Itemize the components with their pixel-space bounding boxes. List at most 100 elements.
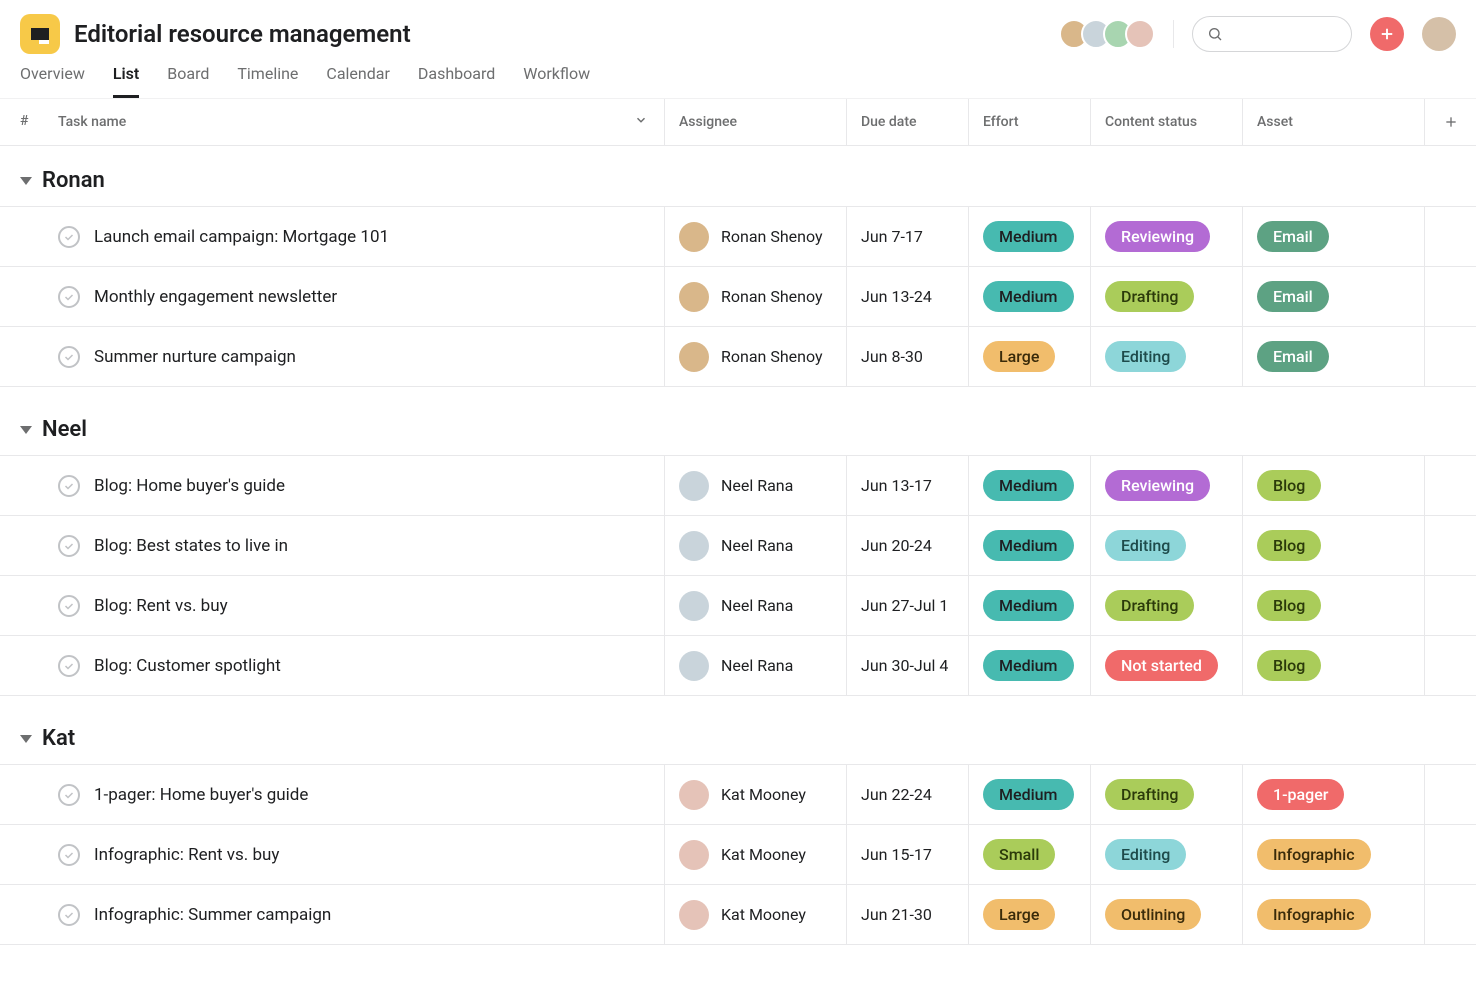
assignee-name: Kat Mooney <box>721 845 806 864</box>
due-date[interactable]: Jun 27-Jul 1 <box>861 596 948 615</box>
complete-checkbox[interactable] <box>58 655 80 677</box>
tab-dashboard[interactable]: Dashboard <box>418 64 495 98</box>
asset-pill[interactable]: Infographic <box>1257 839 1371 870</box>
task-row[interactable]: Blog: Rent vs. buy Neel Rana Jun 27-Jul 1 M… <box>0 575 1476 636</box>
status-pill[interactable]: Outlining <box>1105 899 1201 930</box>
task-row[interactable]: Blog: Customer spotlightNeel RanaJun 30-… <box>0 635 1476 696</box>
chevron-down-icon[interactable] <box>634 113 648 131</box>
asset-pill[interactable]: Email <box>1257 341 1329 372</box>
effort-pill[interactable]: Medium <box>983 470 1074 501</box>
asset-pill[interactable]: Blog <box>1257 650 1321 681</box>
effort-pill[interactable]: Medium <box>983 530 1074 561</box>
user-avatar[interactable] <box>1422 17 1456 51</box>
task-row[interactable]: Infographic: Rent vs. buyKat MooneyJun 1… <box>0 824 1476 885</box>
tab-overview[interactable]: Overview <box>20 64 85 98</box>
asset-pill[interactable]: Blog <box>1257 590 1321 621</box>
complete-checkbox[interactable] <box>58 346 80 368</box>
effort-pill[interactable]: Large <box>983 899 1055 930</box>
status-pill[interactable]: Editing <box>1105 530 1186 561</box>
section-header[interactable]: Neel <box>0 403 1476 456</box>
due-date[interactable]: Jun 13-17 <box>861 476 932 495</box>
tab-board[interactable]: Board <box>167 64 209 98</box>
due-date[interactable]: Jun 20-24 <box>861 536 932 555</box>
section-header[interactable]: Ronan <box>0 154 1476 207</box>
complete-checkbox[interactable] <box>58 844 80 866</box>
task-row[interactable]: 1-pager: Home buyer's guideKat MooneyJun… <box>0 764 1476 825</box>
column-assignee[interactable]: Assignee <box>664 99 846 145</box>
assignee-name: Ronan Shenoy <box>721 227 823 246</box>
effort-pill[interactable]: Medium <box>983 221 1074 252</box>
complete-checkbox[interactable] <box>58 535 80 557</box>
task-row[interactable]: Blog: Home buyer's guideNeel RanaJun 13-… <box>0 455 1476 516</box>
asset-pill[interactable]: 1-pager <box>1257 779 1344 810</box>
avatar[interactable] <box>1125 19 1155 49</box>
task-row[interactable]: Blog: Best states to live inNeel RanaJun… <box>0 515 1476 576</box>
asset-pill[interactable]: Blog <box>1257 470 1321 501</box>
assignee-cell[interactable]: Ronan Shenoy <box>679 342 823 372</box>
asset-pill[interactable]: Email <box>1257 281 1329 312</box>
assignee-cell[interactable]: Kat Mooney <box>679 840 806 870</box>
assignee-cell[interactable]: Neel Rana <box>679 651 793 681</box>
assignee-cell[interactable]: Neel Rana <box>679 531 793 561</box>
effort-pill[interactable]: Small <box>983 839 1055 870</box>
column-effort[interactable]: Effort <box>968 99 1090 145</box>
task-row[interactable]: Monthly engagement newsletterRonan Sheno… <box>0 266 1476 327</box>
status-pill[interactable]: Editing <box>1105 341 1186 372</box>
status-pill[interactable]: Drafting <box>1105 281 1194 312</box>
task-title: Launch email campaign: Mortgage 101 <box>94 227 389 247</box>
effort-pill[interactable]: Medium <box>983 779 1074 810</box>
search-input[interactable] <box>1192 16 1352 52</box>
task-title: Blog: Rent vs. buy <box>94 596 228 616</box>
effort-pill[interactable]: Medium <box>983 590 1074 621</box>
assignee-avatar <box>679 222 709 252</box>
complete-checkbox[interactable] <box>58 286 80 308</box>
tab-list[interactable]: List <box>113 64 139 98</box>
complete-checkbox[interactable] <box>58 784 80 806</box>
assignee-cell[interactable]: Neel Rana <box>679 471 793 501</box>
asset-pill[interactable]: Infographic <box>1257 899 1371 930</box>
effort-pill[interactable]: Large <box>983 341 1055 372</box>
task-row[interactable]: Launch email campaign: Mortgage 101 Ronan… <box>0 206 1476 267</box>
assignee-cell[interactable]: Ronan Shenoy <box>679 222 823 252</box>
section-header[interactable]: Kat <box>0 712 1476 765</box>
task-row[interactable]: Summer nurture campaignRonan ShenoyJun 8… <box>0 326 1476 387</box>
column-asset[interactable]: Asset <box>1242 99 1424 145</box>
status-pill[interactable]: Reviewing <box>1105 221 1210 252</box>
status-pill[interactable]: Reviewing <box>1105 470 1210 501</box>
status-pill[interactable]: Editing <box>1105 839 1186 870</box>
complete-checkbox[interactable] <box>58 904 80 926</box>
effort-pill[interactable]: Medium <box>983 281 1074 312</box>
complete-checkbox[interactable] <box>58 226 80 248</box>
due-date[interactable]: Jun 13-24 <box>861 287 932 306</box>
due-date[interactable]: Jun 21-30 <box>861 905 932 924</box>
tab-calendar[interactable]: Calendar <box>326 64 389 98</box>
due-date[interactable]: Jun 8-30 <box>861 347 923 366</box>
member-avatars[interactable] <box>1067 19 1155 49</box>
column-task[interactable]: Task name <box>44 99 664 145</box>
assignee-cell[interactable]: Neel Rana <box>679 591 793 621</box>
complete-checkbox[interactable] <box>58 595 80 617</box>
assignee-cell[interactable]: Kat Mooney <box>679 900 806 930</box>
tab-timeline[interactable]: Timeline <box>237 64 298 98</box>
due-date[interactable]: Jun 22-24 <box>861 785 932 804</box>
project-icon[interactable] <box>20 14 60 54</box>
status-pill[interactable]: Drafting <box>1105 590 1194 621</box>
column-date[interactable]: Due date <box>846 99 968 145</box>
asset-pill[interactable]: Email <box>1257 221 1329 252</box>
asset-pill[interactable]: Blog <box>1257 530 1321 561</box>
due-date[interactable]: Jun 30-Jul 4 <box>861 656 948 675</box>
tab-workflow[interactable]: Workflow <box>523 64 590 98</box>
add-button[interactable] <box>1370 17 1404 51</box>
due-date[interactable]: Jun 15-17 <box>861 845 932 864</box>
assignee-cell[interactable]: Kat Mooney <box>679 780 806 810</box>
effort-pill[interactable]: Medium <box>983 650 1074 681</box>
add-column-button[interactable] <box>1424 99 1476 145</box>
status-pill[interactable]: Not started <box>1105 650 1218 681</box>
complete-checkbox[interactable] <box>58 475 80 497</box>
column-status[interactable]: Content status <box>1090 99 1242 145</box>
empty-cell <box>1424 885 1476 944</box>
assignee-cell[interactable]: Ronan Shenoy <box>679 282 823 312</box>
due-date[interactable]: Jun 7-17 <box>861 227 923 246</box>
status-pill[interactable]: Drafting <box>1105 779 1194 810</box>
task-row[interactable]: Infographic: Summer campaignKat MooneyJu… <box>0 884 1476 945</box>
